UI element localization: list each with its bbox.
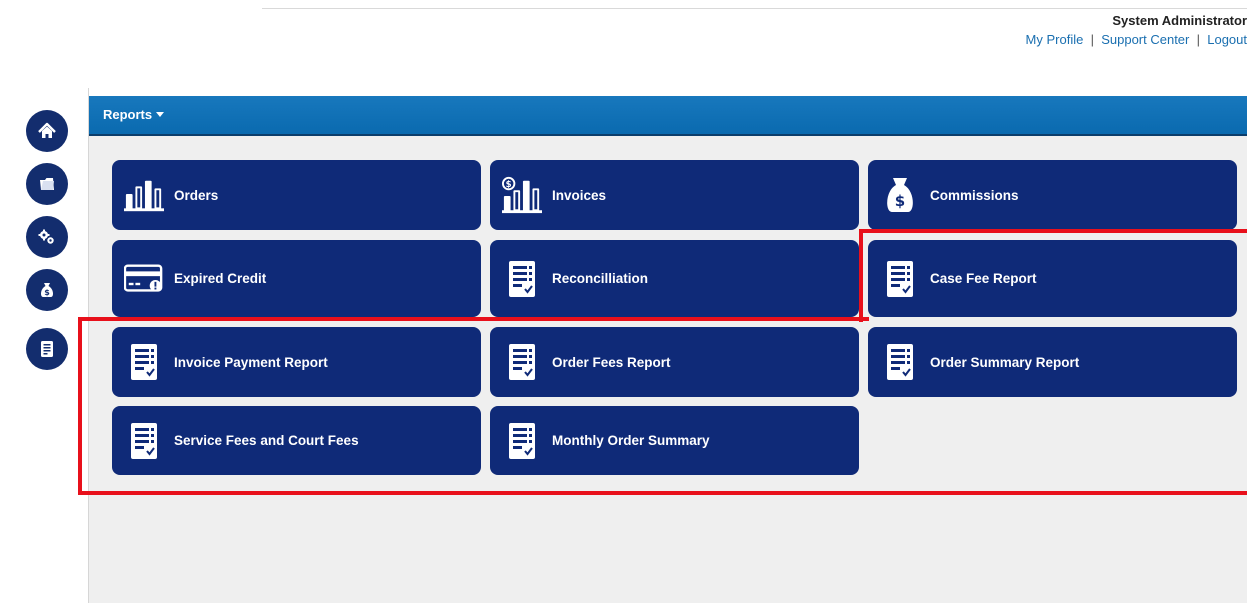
credit-card-icon [124, 259, 164, 299]
report-icon [502, 421, 542, 461]
tile-label: Commissions [930, 187, 1019, 203]
caret-down-icon [156, 112, 165, 117]
sidebar-item-settings[interactable] [26, 216, 68, 258]
tile-label: Orders [174, 187, 219, 203]
link-separator: | [1193, 32, 1204, 47]
tile-label: Order Summary Report [930, 354, 1080, 370]
report-icon [41, 341, 53, 357]
report-icon [124, 421, 164, 461]
reports-header-bar: Reports [89, 96, 1247, 136]
sidebar-item-reports[interactable] [26, 328, 68, 370]
tile-label: Monthly Order Summary [552, 433, 710, 448]
tile-order-fees-report[interactable]: Order Fees Report [490, 327, 859, 397]
tile-invoices[interactable]: $ Invoices [490, 160, 859, 230]
tile-label: Invoice Payment Report [174, 354, 328, 370]
reports-menu[interactable]: Reports [103, 107, 165, 122]
report-icon [502, 259, 542, 299]
sidebar-item-money[interactable]: $ [26, 269, 68, 311]
money-bag-icon: $ [880, 175, 920, 215]
sidebar-item-folder[interactable] [26, 163, 68, 205]
report-icon [124, 342, 164, 382]
link-separator: | [1086, 32, 1098, 47]
svg-text:$: $ [895, 192, 905, 210]
folder-icon [40, 178, 54, 190]
tile-label: Reconcilliation [552, 271, 649, 286]
my-profile-link[interactable]: My Profile [1026, 32, 1084, 47]
support-center-link[interactable]: Support Center [1101, 32, 1189, 47]
reports-menu-label: Reports [103, 107, 153, 122]
home-icon [38, 122, 56, 138]
tile-label: Order Fees Report [552, 354, 671, 370]
report-icon [880, 259, 920, 299]
tile-case-fee-report[interactable]: Case Fee Report [868, 240, 1237, 317]
tile-invoice-payment-report[interactable]: Invoice Payment Report [112, 327, 481, 397]
gears-icon [38, 229, 54, 244]
tile-label: Expired Credit [174, 271, 267, 286]
top-divider [262, 8, 1247, 9]
report-icon [502, 342, 542, 382]
tile-service-fees-and-court-fees[interactable]: Service Fees and Court Fees [112, 406, 481, 475]
user-name: System Administrator [1112, 13, 1247, 28]
logout-link[interactable]: Logout [1207, 32, 1247, 47]
tile-commissions[interactable]: $ Commissions [868, 160, 1237, 230]
money-bag-icon: $ [40, 283, 54, 297]
user-panel: System Administrator My Profile | Suppor… [847, 13, 1247, 48]
user-links: My Profile | Support Center | Logout [847, 32, 1247, 48]
tile-orders[interactable]: Orders [112, 160, 481, 230]
svg-text:$: $ [44, 288, 50, 297]
bar-chart-icon [124, 175, 164, 215]
tile-monthly-order-summary[interactable]: Monthly Order Summary [490, 406, 859, 475]
tile-expired-credit[interactable]: Expired Credit [112, 240, 481, 317]
sidebar-item-home[interactable] [26, 110, 68, 152]
sidebar: $ [0, 88, 89, 603]
svg-text:$: $ [506, 180, 512, 190]
tile-reconcilliation[interactable]: Reconcilliation [490, 240, 859, 317]
tile-label: Service Fees and Court Fees [174, 433, 359, 448]
report-icon [880, 342, 920, 382]
tile-label: Invoices [552, 187, 607, 203]
invoice-chart-icon: $ [502, 175, 542, 215]
tile-label: Case Fee Report [930, 271, 1037, 286]
tile-order-summary-report[interactable]: Order Summary Report [868, 327, 1237, 397]
